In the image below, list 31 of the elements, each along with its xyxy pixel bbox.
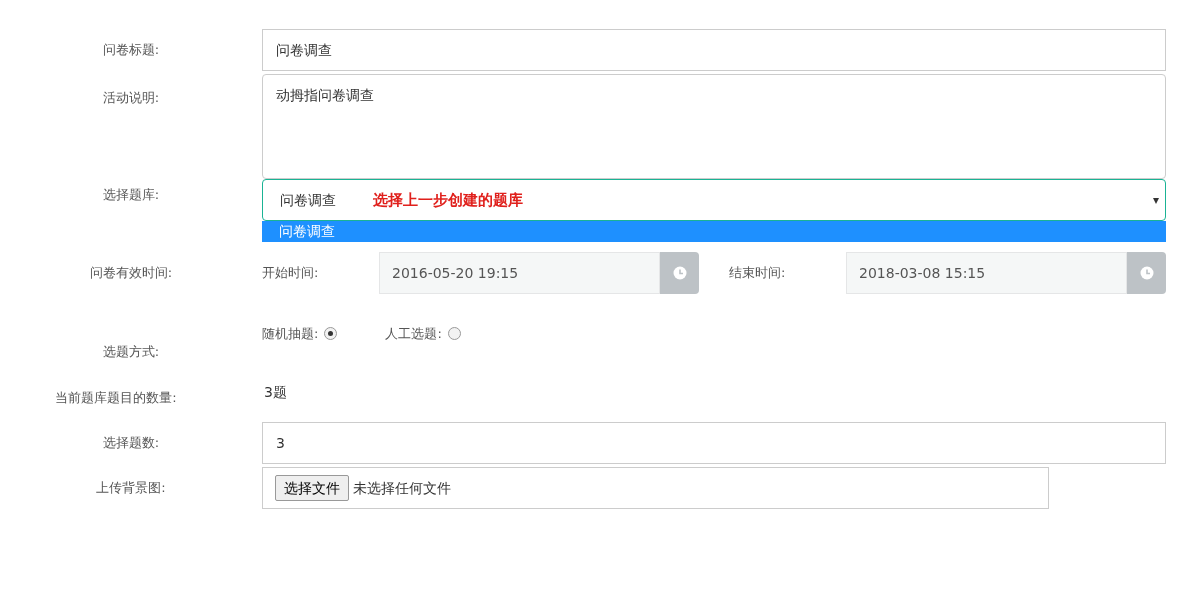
field-label: 选择题数: — [101, 434, 161, 453]
textarea-field[interactable]: 动拇指问卷调查 — [262, 74, 1166, 179]
radio-label: 随机抽题: — [262, 325, 319, 343]
select-field[interactable]: 问卷调查 选择上一步创建的题库 ▾ — [262, 179, 1166, 221]
radio-button[interactable] — [447, 327, 461, 341]
field-label: 选择题库: — [101, 186, 161, 204]
hint-text: 选择上一步创建的题库 — [373, 190, 523, 210]
field-label: 当前题库题目的数量: — [54, 389, 178, 407]
caret-icon: ▾ — [1152, 191, 1159, 209]
field-label: 上传背景图: — [95, 479, 167, 498]
field-label: 开始时间: — [262, 264, 320, 283]
field-label: 选题方式: — [101, 343, 161, 361]
choose-file-button[interactable]: 选择文件 — [275, 475, 349, 501]
field-label: 问卷有效时间: — [88, 264, 174, 283]
radio-label: 人工选题: — [385, 325, 442, 343]
input-field[interactable]: 问卷调查 — [262, 29, 1166, 71]
select-value: 问卷调查 — [280, 190, 336, 210]
file-status: 未选择任何文件 — [353, 478, 451, 498]
time-picker-button[interactable] — [660, 252, 699, 294]
count-text: 3题 — [264, 383, 287, 402]
time-picker-button[interactable] — [1127, 252, 1166, 294]
clock-icon — [1139, 266, 1154, 280]
field-label: 活动说明: — [101, 89, 161, 107]
date-field[interactable]: 2018-03-08 15:15 — [846, 252, 1127, 294]
input-field[interactable]: 3 — [262, 422, 1166, 464]
field-label: 问卷标题: — [101, 41, 161, 60]
clock-icon — [672, 266, 687, 280]
file-field[interactable]: 选择文件 未选择任何文件 — [262, 467, 1049, 509]
radio-button[interactable] — [324, 327, 338, 341]
field-label: 结束时间: — [729, 264, 787, 283]
date-field[interactable]: 2016-05-20 19:15 — [379, 252, 660, 294]
